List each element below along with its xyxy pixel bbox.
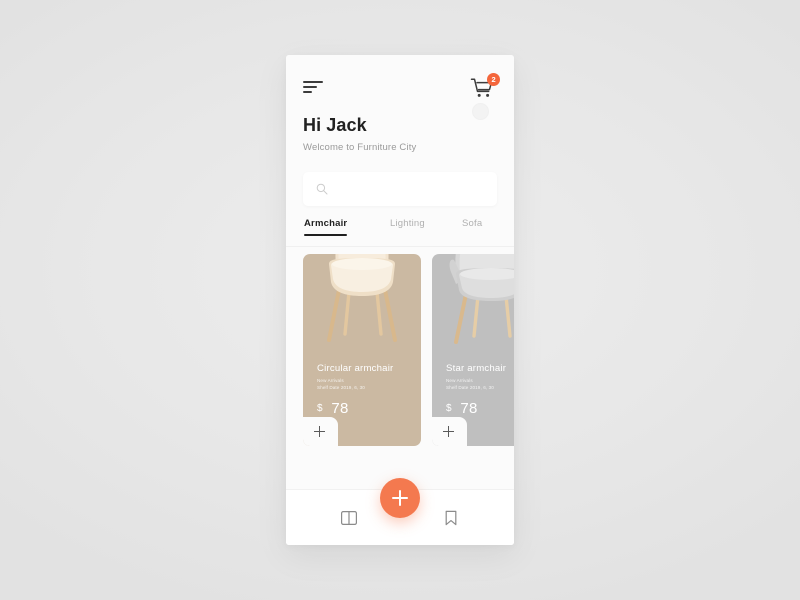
phone-frame: 2 Hi Jack Welcome to Furniture City Armc… xyxy=(286,55,514,545)
product-tag: New Arrivals xyxy=(446,378,473,383)
product-price: $ 78 xyxy=(446,400,514,418)
product-price-amount: 78 xyxy=(331,400,349,417)
bookmark-icon[interactable] xyxy=(442,509,460,527)
product-price: $ 78 xyxy=(317,400,421,418)
product-info: Star armchair New Arrivals Shelf Date 20… xyxy=(446,363,514,418)
add-button-fab[interactable] xyxy=(380,478,420,518)
product-image-star-armchair xyxy=(432,254,514,352)
tab-sofa[interactable]: Sofa xyxy=(462,218,482,236)
product-title: Star armchair xyxy=(446,363,507,374)
hamburger-line-3 xyxy=(303,91,312,93)
cart-badge: 2 xyxy=(487,73,500,86)
cart-button[interactable]: 2 xyxy=(470,73,500,101)
app-screen: 2 Hi Jack Welcome to Furniture City Armc… xyxy=(286,55,514,545)
product-card[interactable]: Circular armchair New Arrivals Shelf Dat… xyxy=(303,254,421,446)
add-to-cart-button[interactable] xyxy=(432,417,467,446)
product-list: Circular armchair New Arrivals Shelf Dat… xyxy=(286,254,514,459)
product-card[interactable]: Star armchair New Arrivals Shelf Date 20… xyxy=(432,254,514,446)
product-title: Circular armchair xyxy=(317,363,394,374)
product-shelf-date: Shelf Date 2019, 6, 30 xyxy=(446,385,494,390)
hamburger-line-1 xyxy=(303,81,323,83)
tabs-divider xyxy=(286,246,514,247)
bottom-nav-bar xyxy=(286,478,514,545)
product-image-circular-armchair xyxy=(303,254,421,352)
product-info: Circular armchair New Arrivals Shelf Dat… xyxy=(317,363,421,418)
hamburger-line-2 xyxy=(303,86,317,88)
plus-icon xyxy=(314,426,325,437)
tab-lighting[interactable]: Lighting xyxy=(390,218,425,236)
category-tabs: Armchair Lighting Sofa xyxy=(303,218,499,246)
greeting-block: Hi Jack Welcome to Furniture City xyxy=(303,115,416,153)
search-input[interactable] xyxy=(335,172,485,206)
page-subtitle: Welcome to Furniture City xyxy=(303,142,417,153)
avatar[interactable] xyxy=(472,103,489,120)
add-to-cart-button[interactable] xyxy=(303,417,338,446)
book-columns-icon[interactable] xyxy=(340,509,358,527)
product-price-amount: 78 xyxy=(460,400,478,417)
product-currency: $ xyxy=(317,403,323,414)
product-currency: $ xyxy=(446,403,452,414)
product-shelf-date: Shelf Date 2019, 6, 30 xyxy=(317,385,365,390)
product-tag: New Arrivals xyxy=(317,378,344,383)
top-bar: 2 xyxy=(286,55,514,120)
hamburger-icon[interactable] xyxy=(303,81,323,94)
search-bar[interactable] xyxy=(303,172,497,206)
search-icon xyxy=(316,183,328,195)
page-title: Hi Jack xyxy=(303,115,367,135)
plus-icon xyxy=(443,426,454,437)
tab-armchair[interactable]: Armchair xyxy=(304,218,348,236)
